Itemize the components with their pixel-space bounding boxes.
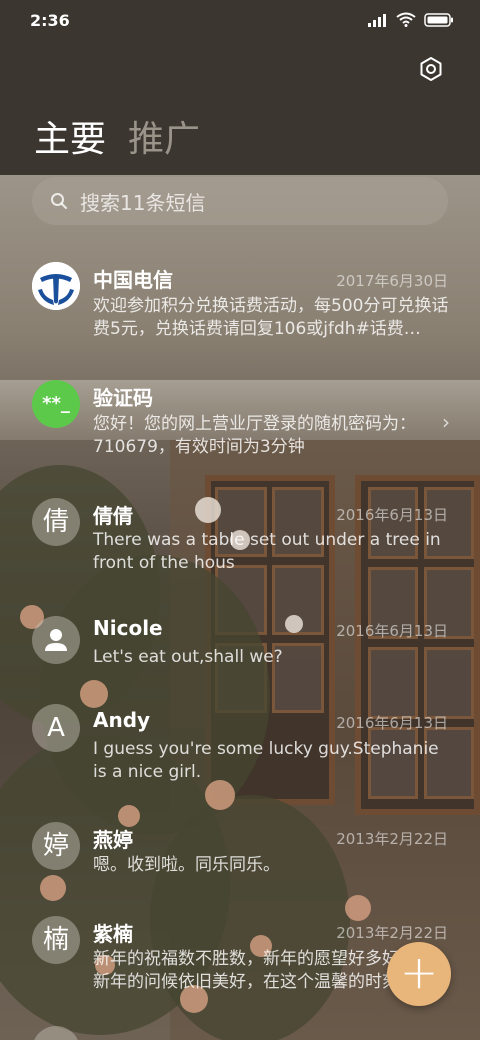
message-preview: I guess you're some lucky guy.Stephanie … [93,739,439,782]
avatar: 楠 [32,916,80,964]
contact-name: 验证码 [93,386,153,410]
search-placeholder: 搜索11条短信 [80,190,206,215]
tab-bar: 主要 推广 [34,110,200,162]
conversation-item[interactable]: 婷 燕婷 2013年2月22日 嗯。收到啦。同乐同乐。 [0,820,480,920]
conversation-item[interactable]: **_ 验证码 您好！您的网上营业厅登录的随机密码为：710679，有效时间为3… [0,376,480,476]
person-icon [45,629,67,651]
contact-name: 中国电信 [93,268,173,292]
tab-promotions[interactable]: 推广 [128,110,200,162]
status-time: 2:36 [30,11,70,30]
search-input[interactable]: 搜索11条短信 [32,177,448,225]
message-date: 2016年6月13日 [336,714,448,732]
contact-name: 倩倩 [93,504,133,528]
contact-name: 燕婷 [93,828,133,852]
avatar: 婷 [32,822,80,870]
message-preview: 欢迎参加积分兑换话费活动，每500分可兑换话费5元，兑换话费请回复106或jfd… [93,296,449,339]
message-preview: 您好！您的网上营业厅登录的随机密码为：710679，有效时间为3分钟 [93,414,416,457]
signal-icon [368,13,386,27]
message-date: 2013年2月22日 [336,924,448,942]
message-preview: 嗯。收到啦。同乐同乐。 [93,855,280,875]
wifi-icon [396,12,416,27]
conversation-item[interactable]: A Andy 2016年6月13日 I guess you're some lu… [0,704,480,804]
contact-name: Nicole [93,616,163,640]
avatar [32,616,80,664]
message-date: 2016年6月13日 [336,506,448,524]
conversation-item[interactable]: 中国电信 2017年6月30日 欢迎参加积分兑换话费活动，每500分可兑换话费5… [0,258,480,358]
avatar: 倩 [32,498,80,546]
conversation-item[interactable]: 倩 倩倩 2016年6月13日 There was a table set ou… [0,494,480,594]
message-date: 2016年6月13日 [336,622,448,640]
conversation-item[interactable]: Nicole 2016年6月13日 Let's eat out,shall we… [0,612,480,712]
battery-icon [424,12,453,27]
message-date: 2017年6月30日 [336,272,448,290]
telecom-logo-avatar [32,262,80,310]
china-telecom-logo-icon [32,262,80,310]
message-date: 2013年2月22日 [336,830,448,848]
message-preview: There was a table set out under a tree i… [93,530,441,573]
status-bar: 2:36 [0,0,480,40]
app-header: 2:36 主要 推广 [0,0,480,175]
settings-icon[interactable] [418,56,444,82]
message-preview: Let's eat out,shall we? [93,647,283,667]
new-message-button[interactable]: + [387,942,451,1006]
contact-name: Andy [93,708,151,732]
search-icon [51,193,67,209]
contact-name: 紫楠 [93,922,133,946]
avatar: A [32,704,80,752]
chevron-right-icon: › [442,410,450,434]
tab-primary[interactable]: 主要 [34,110,106,162]
avatar: **_ [32,380,80,428]
